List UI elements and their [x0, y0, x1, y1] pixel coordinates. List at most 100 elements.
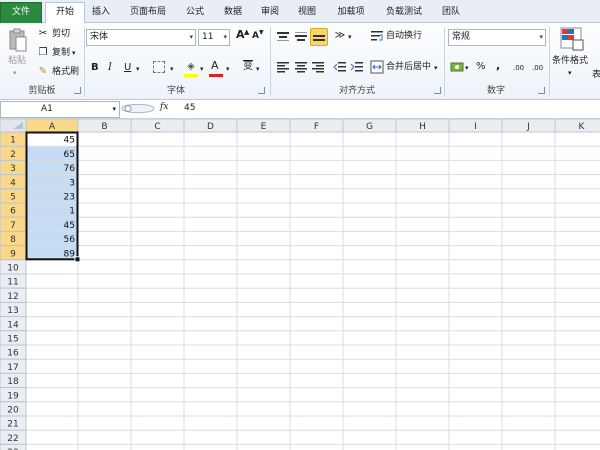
wrap-text-icon[interactable] — [370, 30, 384, 42]
conditional-formatting-dropdown-icon[interactable]: ▾ — [568, 67, 572, 79]
chevron-down-icon[interactable]: ▾ — [223, 31, 227, 44]
fill-color-dropdown-icon[interactable]: ▾ — [200, 63, 204, 75]
tab-2[interactable]: 插入 — [86, 3, 116, 22]
copy-button[interactable]: 复制 — [52, 47, 70, 59]
percent-button[interactable]: % — [476, 61, 486, 73]
merge-center-button[interactable]: 合并后居中 — [386, 61, 431, 73]
font-size-combo[interactable]: 11 ▾ — [198, 29, 230, 46]
separator — [549, 27, 550, 97]
tab-6[interactable]: 审阅 — [255, 3, 285, 22]
tab-4[interactable]: 公式 — [180, 3, 210, 22]
comma-button[interactable]: , — [496, 60, 500, 72]
formula-input[interactable]: 45 — [184, 102, 195, 115]
tab-10[interactable]: 团队 — [436, 3, 466, 22]
currency-dropdown-icon[interactable]: ▾ — [465, 62, 469, 74]
font-launcher-icon[interactable] — [258, 87, 265, 94]
conditional-formatting-icon[interactable] — [560, 27, 584, 51]
underline-button[interactable]: U — [124, 62, 131, 74]
underline-dropdown-icon[interactable]: ▾ — [136, 63, 140, 75]
paste-icon[interactable] — [8, 27, 28, 53]
column-header-label: J — [526, 122, 530, 132]
column-header-label: D — [207, 122, 214, 132]
decrease-indent-icon[interactable] — [333, 61, 347, 73]
increase-decimal-button[interactable]: .00 — [513, 62, 524, 74]
fill-color-icon[interactable]: ◈ — [184, 60, 198, 74]
ribbon-tab-bar: 文件 开始 插入 页面布局 公式 数据 审阅 视图 加载项 负载测试 团队 — [0, 0, 600, 24]
tab-8[interactable]: 加载项 — [332, 3, 370, 22]
font-color-button[interactable]: A — [211, 60, 219, 72]
cell-value[interactable]: 56 — [64, 235, 76, 245]
phonetic-dropdown-icon[interactable]: ▾ — [256, 63, 260, 75]
fill-handle[interactable] — [74, 256, 81, 263]
chevron-down-icon[interactable]: ▾ — [539, 31, 543, 44]
cell-value[interactable]: 65 — [64, 150, 75, 160]
paste-dropdown-icon[interactable]: ▾ — [13, 67, 17, 79]
cell-value[interactable]: 23 — [64, 193, 75, 203]
borders-dropdown-icon[interactable]: ▾ — [170, 63, 174, 75]
name-box[interactable]: A1 ▾ — [0, 101, 120, 118]
cell-value[interactable]: 45 — [64, 221, 75, 231]
increase-indent-icon[interactable] — [350, 61, 364, 73]
italic-button[interactable]: I — [108, 62, 112, 74]
formula-bar-toggle-icon[interactable] — [118, 101, 158, 116]
conditional-formatting-button[interactable]: 条件格式 — [552, 55, 588, 67]
font-group-label: 字体 — [166, 86, 185, 96]
row-header-label: 1 — [10, 136, 16, 146]
paste-button[interactable]: 粘贴 — [8, 55, 26, 67]
borders-icon[interactable] — [153, 61, 165, 73]
currency-icon[interactable] — [450, 60, 464, 74]
number-launcher-icon[interactable] — [538, 87, 545, 94]
align-middle-icon[interactable] — [294, 31, 308, 43]
alignment-launcher-icon[interactable] — [434, 87, 441, 94]
tab-3[interactable]: 页面布局 — [123, 3, 173, 22]
column-header[interactable] — [554, 119, 600, 133]
shrink-font-button[interactable]: A — [252, 30, 259, 42]
align-bottom-icon[interactable] — [310, 28, 328, 46]
cell-value[interactable]: 1 — [69, 207, 75, 217]
tab-0[interactable]: 文件 — [0, 2, 42, 23]
font-color-dropdown-icon[interactable]: ▾ — [226, 63, 230, 75]
cell-value[interactable]: 76 — [64, 164, 76, 174]
row-header-label: 17 — [7, 363, 18, 373]
align-right-icon[interactable] — [311, 61, 325, 73]
align-top-icon[interactable] — [276, 31, 290, 43]
align-left-icon[interactable] — [276, 61, 290, 73]
chevron-down-icon[interactable]: ▾ — [189, 31, 193, 44]
format-painter-button[interactable]: 格式刷 — [52, 66, 79, 78]
copy-icon[interactable]: ❐ — [36, 46, 50, 60]
phonetic-button[interactable]: 变 — [243, 61, 253, 73]
chevron-down-icon[interactable]: ▾ — [112, 103, 116, 116]
cell-value[interactable]: 3 — [69, 178, 75, 188]
clipboard-launcher-icon[interactable] — [74, 87, 81, 94]
format-painter-icon[interactable]: ✎ — [36, 65, 50, 79]
cell-value[interactable]: 89 — [64, 249, 76, 259]
align-center-icon[interactable] — [294, 61, 308, 73]
row-header-label: 2 — [10, 150, 16, 160]
row-header-label: 10 — [7, 264, 19, 274]
tab-1[interactable]: 开始 — [45, 2, 85, 24]
worksheet-grid[interactable]: A B C D E F G H I J K12345678910111213141516171819… — [0, 119, 600, 450]
cell-value[interactable]: 45 — [64, 136, 75, 146]
tab-9[interactable]: 负载测试 — [379, 3, 429, 22]
font-name-combo[interactable]: 宋体 ▾ — [86, 29, 196, 46]
fill-color-swatch — [184, 74, 198, 77]
tab-5[interactable]: 数据 — [218, 3, 248, 22]
column-header-label: B — [101, 122, 107, 132]
wrap-text-button[interactable]: 自动换行 — [386, 30, 422, 42]
orientation-dropdown-icon[interactable]: ▾ — [348, 31, 352, 43]
bold-button[interactable]: B — [91, 62, 99, 74]
row-header-label: 7 — [10, 221, 16, 231]
decrease-decimal-button[interactable]: .00 — [532, 62, 543, 74]
cut-icon[interactable]: ✂ — [36, 27, 50, 41]
tab-7[interactable]: 视图 — [292, 3, 322, 22]
orientation-icon[interactable]: ≫ — [333, 29, 347, 43]
shrink-font-caret-icon: ▼ — [259, 29, 264, 36]
format-as-table-button[interactable]: 表 — [592, 69, 600, 81]
number-format-combo[interactable]: 常规 ▾ — [448, 29, 546, 46]
font-color-swatch — [209, 74, 223, 77]
merge-dropdown-icon[interactable]: ▾ — [434, 62, 438, 74]
copy-dropdown-icon[interactable]: ▾ — [72, 47, 76, 59]
insert-function-button[interactable]: fx — [160, 102, 168, 112]
cut-button[interactable]: 剪切 — [52, 28, 70, 40]
merge-center-icon[interactable] — [370, 60, 384, 74]
